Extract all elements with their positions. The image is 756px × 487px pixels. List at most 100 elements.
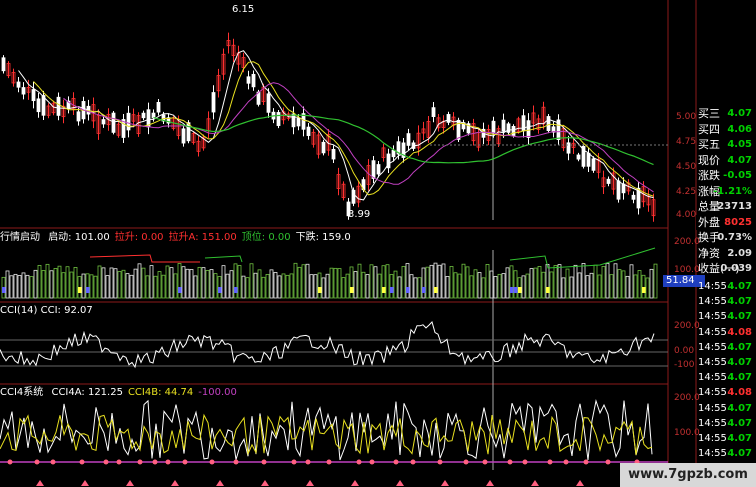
indicator1-bar — [413, 277, 418, 299]
indicator1-bar — [277, 275, 282, 299]
indicator1-bar — [145, 275, 150, 299]
cci4-signal-dot — [7, 459, 13, 465]
indicator1-bar — [549, 271, 554, 299]
candle-body — [591, 158, 596, 171]
trade-tick-row[interactable]: 14:55 4.07 — [696, 401, 756, 416]
candle-body — [21, 87, 26, 95]
quote-field-value: 4.07 — [727, 154, 752, 166]
trade-tick-row[interactable]: 14:55 4.08 — [696, 385, 756, 400]
trade-tick-row[interactable]: 14:55 4.08 — [696, 325, 756, 340]
quote-field-value: 0.039 — [720, 263, 752, 274]
indicator1-params: 启动: 101.00 拉升: 0.00 拉升A: 151.00 顶位: 0.00 下跌:… — [43, 232, 351, 243]
indicator1-marker — [78, 287, 82, 293]
indicator1-signal — [89, 254, 200, 263]
indicator1-bar — [557, 264, 562, 299]
candle-body — [406, 133, 411, 146]
candle-body — [506, 123, 511, 133]
indicator1-bar — [513, 270, 518, 299]
cci4-signal-dot — [369, 459, 375, 465]
indicator1-bar — [249, 263, 254, 299]
indicator1-bar — [285, 274, 290, 299]
indicator2-title: CCI(14) — [0, 305, 38, 316]
quote-row: 净资 2.09 — [696, 246, 756, 262]
stock-chart-window: { "colors":{"up":"#ff3030","down":"#ffff… — [0, 0, 756, 487]
indicator1-bar — [621, 270, 626, 299]
indicator1-bar — [409, 274, 414, 299]
trade-tick-price: 4.07 — [727, 372, 752, 384]
indicator1-bar — [481, 277, 486, 299]
trade-tick-row[interactable]: 14:55 4.07 — [696, 340, 756, 355]
quote-field-label: 买四 — [698, 122, 720, 136]
indicator1-marker — [234, 287, 238, 293]
cci4-signal-dot — [583, 459, 589, 465]
indicator1-bar — [629, 264, 634, 299]
cci4-signal-dot — [522, 459, 528, 465]
trade-ticks-panel[interactable]: 14:55 4.07 14:55 4.07 14:55 4.07 14:55 4.08 14:5… — [696, 279, 756, 461]
indicator1-bar — [241, 275, 246, 299]
trade-tick-row[interactable]: 14:55 4.07 — [696, 446, 756, 461]
indicator1-bar — [541, 271, 546, 299]
candle-body — [276, 112, 281, 126]
trade-tick-row[interactable]: 14:55 4.07 — [696, 431, 756, 446]
cci4a-line — [0, 398, 653, 461]
trade-tick-price: 4.07 — [727, 432, 752, 444]
indicator1-bar — [389, 274, 394, 299]
indicator1-bar — [57, 265, 62, 299]
trade-tick-row[interactable]: 14:55 4.07 — [696, 279, 756, 294]
cci4-arrow-marker — [576, 480, 584, 486]
indicator1-bar — [377, 273, 382, 299]
cci4-signal-dot — [152, 459, 158, 465]
indicator3-param: CCI4B: 44.74 — [127, 387, 194, 398]
indicator1-bar — [221, 265, 226, 299]
cci4-arrow-marker — [36, 480, 44, 486]
trade-tick-price: 4.07 — [727, 402, 752, 414]
quote-field-label: 买五 — [698, 138, 720, 151]
candle-body — [586, 152, 591, 167]
candle-body — [211, 92, 216, 113]
indicator1-bar — [625, 275, 630, 299]
indicator1-bar — [193, 275, 198, 299]
indicator1-param: 启动: 101.00 — [48, 232, 110, 243]
indicator1-bar — [429, 264, 434, 299]
indicator1-bar — [385, 264, 390, 299]
indicator1-bar — [229, 270, 234, 299]
indicator3-header: CCI4系统 CCI4A: 121.25 CCI4B: 44.74 -100.00 — [0, 387, 237, 399]
indicator1-bar — [573, 264, 578, 299]
trade-tick-row[interactable]: 14:55 4.07 — [696, 355, 756, 370]
candle-body — [526, 120, 531, 138]
indicator1-bar — [613, 263, 618, 299]
indicator1-bar — [37, 264, 42, 299]
indicator1-bar — [501, 273, 506, 299]
trade-tick-row[interactable]: 14:55 4.07 — [696, 294, 756, 309]
trade-tick-row[interactable]: 14:55 4.07 — [696, 309, 756, 324]
indicator1-bar — [73, 267, 78, 299]
indicator1-param: 下跌: 159.0 — [295, 232, 351, 243]
indicator1-bar — [245, 277, 250, 299]
cci4-signal-dot — [79, 459, 85, 465]
trade-tick-time: 14:55 — [698, 417, 727, 429]
quote-row: 现价 4.07 — [696, 153, 756, 169]
indicator1-bar — [609, 274, 614, 299]
candle-body — [56, 96, 61, 116]
candle-body — [376, 164, 381, 175]
indicator1-bar — [365, 274, 370, 299]
indicator1-bar — [85, 273, 90, 299]
indicator1-bar — [49, 270, 54, 299]
trade-tick-time: 14:55 — [698, 356, 727, 368]
candle-body — [616, 180, 621, 200]
indicator1-bar — [369, 264, 374, 299]
candle-body — [76, 111, 81, 122]
candle-body — [291, 113, 296, 128]
trade-tick-row[interactable]: 14:55 4.07 — [696, 370, 756, 385]
indicator1-bar — [633, 274, 638, 299]
cci4-signal-dot — [393, 459, 399, 465]
candle-body — [491, 120, 496, 134]
candle-body — [331, 148, 336, 160]
trade-tick-row[interactable]: 14:55 4.07 — [696, 416, 756, 431]
indicator1-signal — [204, 255, 243, 263]
cci4-signal-dot — [410, 459, 416, 465]
price-tick-label: 4.50 — [676, 162, 697, 172]
indicator1-bar — [553, 265, 558, 299]
indicator2-header: CCI(14) CCI: 92.07 — [0, 305, 93, 317]
candle-body — [251, 73, 256, 88]
